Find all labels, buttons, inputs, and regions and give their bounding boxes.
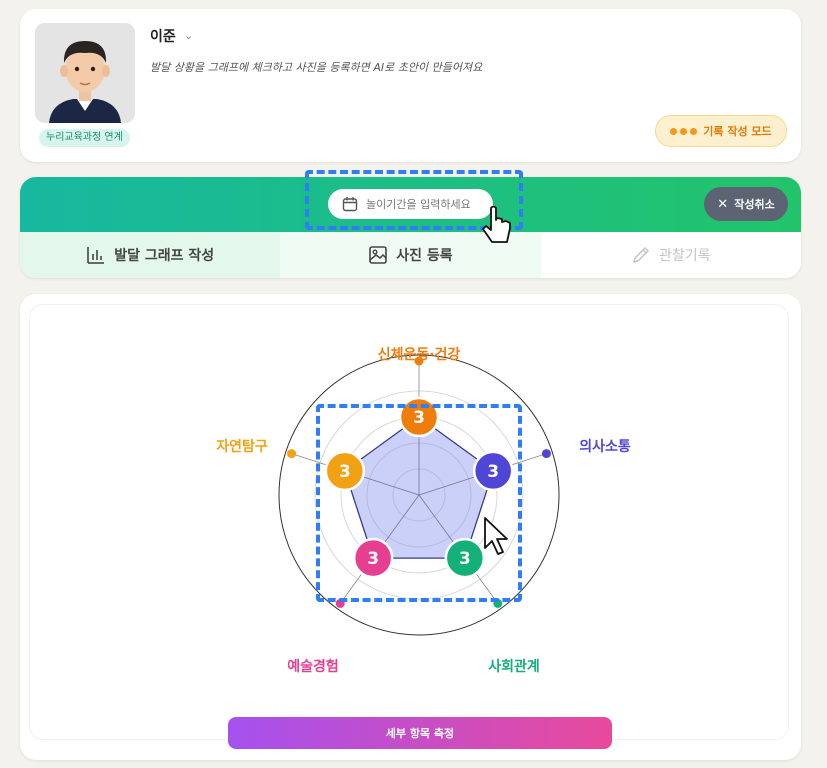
category-label: 사회관계 xyxy=(488,658,540,675)
tab-development-graph[interactable]: 발달 그래프 작성 xyxy=(20,232,281,278)
dots-icon xyxy=(670,127,698,135)
page: 누리교육과정 연계 이준 ⌄ 발달 상황을 그래프에 체크하고 사진을 등록하면… xyxy=(8,0,818,768)
highlight-radar-chart xyxy=(316,404,522,602)
axis-end-dot xyxy=(287,449,297,459)
child-profile-card: 누리교육과정 연계 이준 ⌄ 발달 상황을 그래프에 체크하고 사진을 등록하면… xyxy=(20,9,801,162)
pencil-icon xyxy=(633,246,650,264)
tab-label: 사진 등록 xyxy=(396,248,453,264)
pointer-cursor-icon xyxy=(482,206,511,243)
record-tabs: 발달 그래프 작성 사진 등록 관찰기록 xyxy=(20,232,801,278)
image-icon xyxy=(369,246,388,264)
record-mode-label: 기록 작성 모드 xyxy=(703,125,772,138)
close-icon: ✕ xyxy=(717,196,729,212)
category-label: 예술경험 xyxy=(287,658,339,675)
guide-text: 발달 상황을 그래프에 체크하고 사진을 등록하면 AI로 초안이 만들어져요 xyxy=(150,61,483,74)
curriculum-badge: 누리교육과정 연계 xyxy=(39,129,130,147)
category-label: 자연탐구 xyxy=(216,438,268,455)
category-label: 신체운동·건강 xyxy=(378,346,461,363)
detail-measure-button[interactable]: 세부 항목 측정 xyxy=(228,717,612,749)
axis-end-dot xyxy=(541,449,551,459)
tab-label: 관찰기록 xyxy=(659,248,711,264)
child-photo xyxy=(35,23,135,123)
chevron-down-icon[interactable]: ⌄ xyxy=(184,29,193,42)
tab-observation[interactable]: 관찰기록 xyxy=(540,232,801,278)
cancel-writing-button[interactable]: ✕ 작성취소 xyxy=(704,187,788,221)
cancel-label: 작성취소 xyxy=(734,198,775,211)
category-label: 의사소통 xyxy=(579,438,631,455)
tab-label: 발달 그래프 작성 xyxy=(114,248,215,264)
bar-chart-icon xyxy=(87,247,105,264)
child-name[interactable]: 이준 xyxy=(150,26,176,46)
record-mode-button[interactable]: 기록 작성 모드 xyxy=(655,115,787,147)
arrow-cursor-icon xyxy=(484,517,508,555)
